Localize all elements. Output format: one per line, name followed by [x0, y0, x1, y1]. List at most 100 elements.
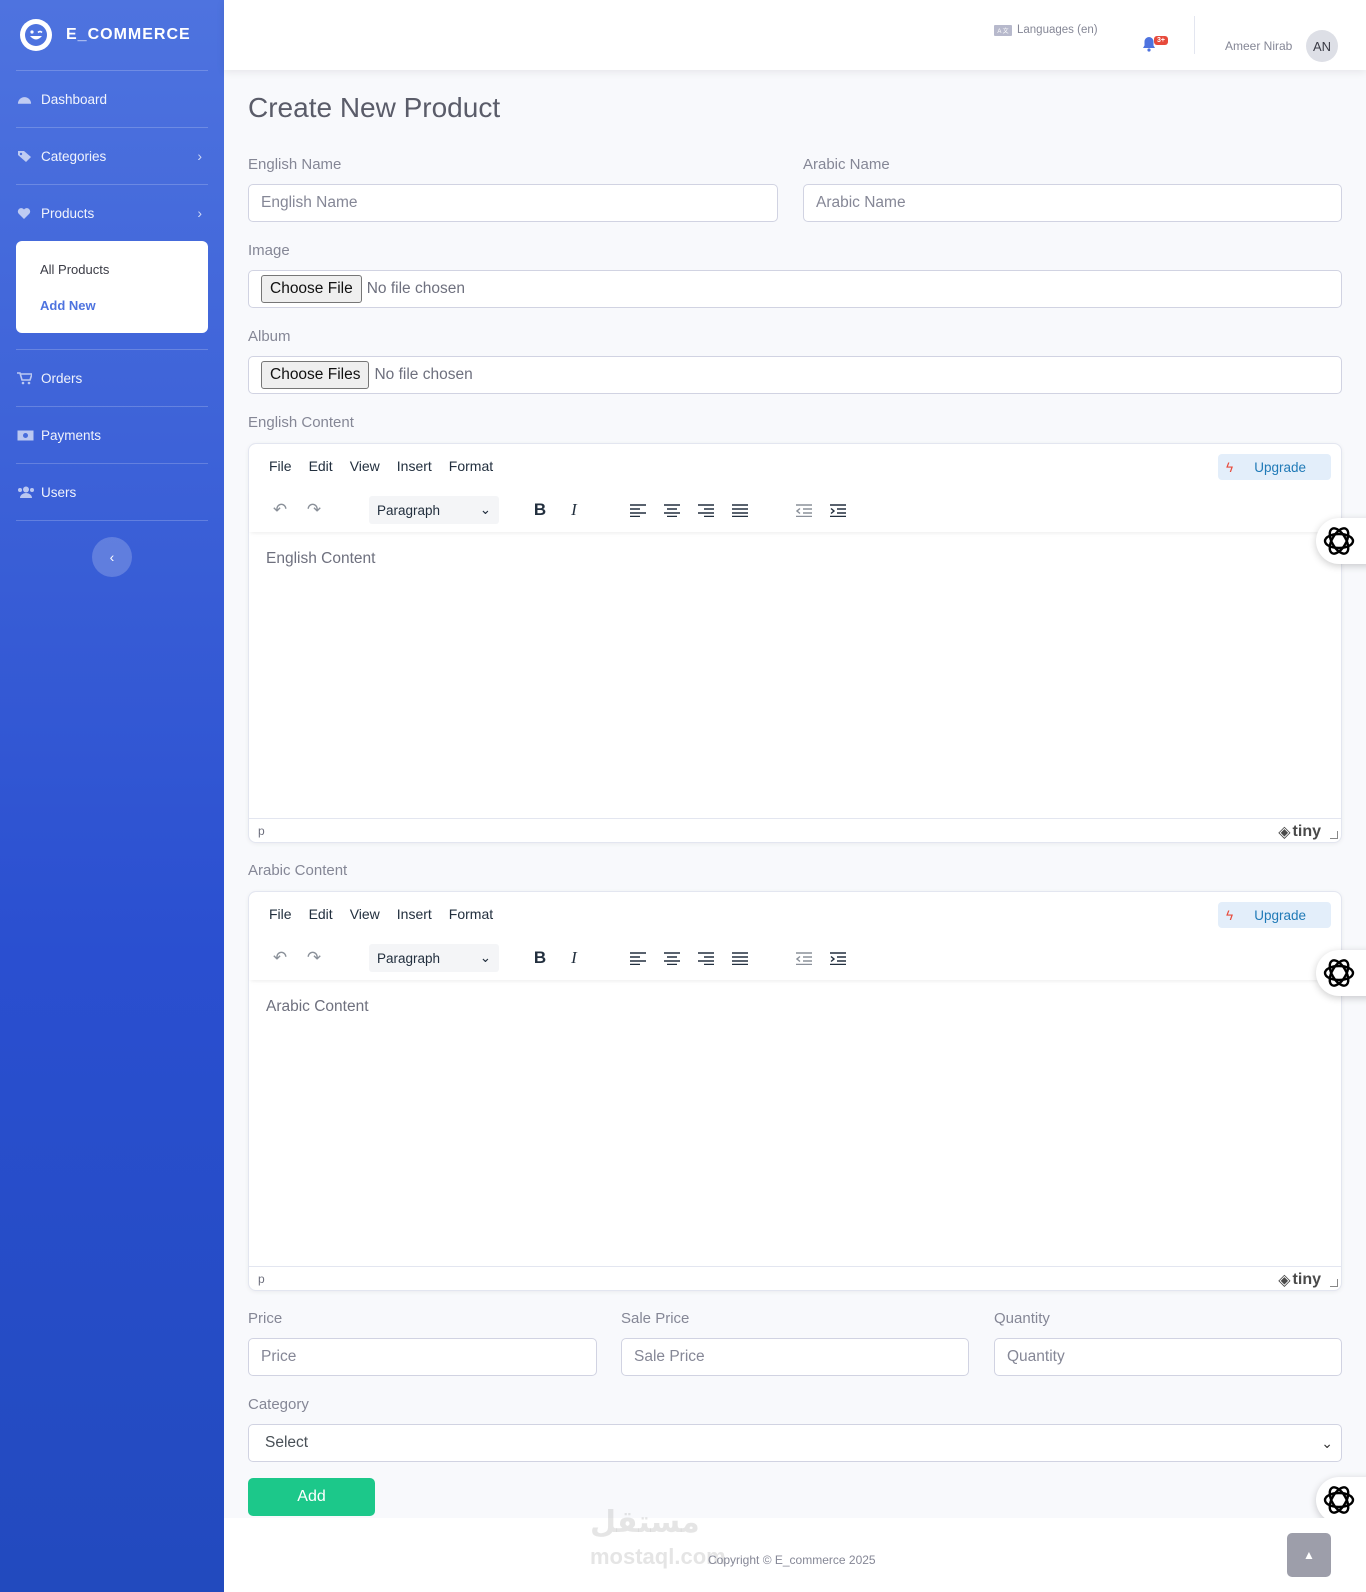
- editor-menubar: File Edit View Insert Format ϟ Upgrade: [249, 444, 1341, 488]
- brand[interactable]: E_COMMERCE: [0, 0, 224, 70]
- outdent-icon[interactable]: [789, 943, 819, 973]
- submenu-all-products[interactable]: All Products: [16, 251, 208, 287]
- element-path[interactable]: p: [258, 1272, 265, 1286]
- align-left-icon[interactable]: [623, 495, 653, 525]
- sidebar-toggle-button[interactable]: ‹: [92, 537, 132, 577]
- english-content-label: English Content: [248, 414, 354, 431]
- block-format-select[interactable]: Paragraph ⌄: [369, 944, 499, 972]
- english-name-label: English Name: [248, 156, 342, 173]
- sidebar-item-orders[interactable]: Orders: [0, 350, 224, 406]
- scroll-to-top-button[interactable]: ▲: [1287, 1533, 1331, 1577]
- redo-icon[interactable]: ↷: [299, 495, 329, 525]
- chevron-right-icon: ›: [197, 205, 202, 221]
- sidebar-item-payments[interactable]: Payments: [0, 407, 224, 463]
- menu-format[interactable]: Format: [449, 458, 493, 474]
- sidebar-item-categories[interactable]: Categories ›: [0, 128, 224, 184]
- quantity-input[interactable]: Quantity: [994, 1338, 1342, 1376]
- menu-insert[interactable]: Insert: [397, 458, 432, 474]
- sidebar-item-users[interactable]: Users: [0, 464, 224, 520]
- choose-files-button[interactable]: Choose Files: [261, 361, 370, 389]
- element-path[interactable]: p: [258, 824, 265, 838]
- language-switcher[interactable]: A 文 Languages (en): [994, 24, 1098, 36]
- undo-icon[interactable]: ↶: [265, 495, 295, 525]
- undo-icon[interactable]: ↶: [265, 943, 295, 973]
- outdent-icon[interactable]: [789, 495, 819, 525]
- align-center-icon[interactable]: [657, 495, 687, 525]
- align-right-icon[interactable]: [691, 495, 721, 525]
- block-format-select[interactable]: Paragraph ⌄: [369, 496, 499, 524]
- italic-icon[interactable]: I: [559, 943, 589, 973]
- watermark-latin: mostaql.com: [590, 1544, 726, 1569]
- tiny-logo[interactable]: ◈ tiny: [1278, 822, 1321, 842]
- bold-icon[interactable]: B: [525, 495, 555, 525]
- submenu-add-new[interactable]: Add New: [16, 287, 208, 323]
- block-format-value: Paragraph: [377, 950, 441, 966]
- indent-icon[interactable]: [823, 943, 853, 973]
- album-file-input[interactable]: Choose Files No file chosen: [248, 356, 1342, 394]
- align-justify-icon[interactable]: [725, 495, 755, 525]
- menu-edit[interactable]: Edit: [309, 906, 333, 922]
- sidebar-item-dashboard[interactable]: Dashboard: [0, 71, 224, 127]
- avatar[interactable]: AN: [1306, 30, 1338, 62]
- sidebar-item-label: Users: [41, 484, 77, 500]
- menu-file[interactable]: File: [269, 906, 292, 922]
- price-input[interactable]: Price: [248, 1338, 597, 1376]
- upgrade-button[interactable]: ϟ Upgrade: [1218, 902, 1331, 928]
- block-format-value: Paragraph: [377, 502, 441, 518]
- money-icon: [17, 430, 35, 441]
- image-file-input[interactable]: Choose File No file chosen: [248, 270, 1342, 308]
- resize-handle[interactable]: [1330, 831, 1338, 839]
- editor-statusbar: p ◈ tiny: [249, 818, 1341, 842]
- sidebar-item-label: Products: [41, 205, 95, 221]
- tiny-label: tiny: [1292, 1271, 1321, 1288]
- arabic-name-input[interactable]: Arabic Name: [803, 184, 1342, 222]
- assistant-float-button[interactable]: [1316, 950, 1366, 996]
- menu-file[interactable]: File: [269, 458, 292, 474]
- bolt-icon: ϟ: [1226, 459, 1234, 475]
- page-title: Create New Product: [248, 92, 501, 123]
- user-name[interactable]: Ameer Nirab: [1225, 39, 1292, 53]
- resize-handle[interactable]: [1330, 1279, 1338, 1287]
- redo-icon[interactable]: ↷: [299, 943, 329, 973]
- upgrade-label: Upgrade: [1254, 907, 1306, 923]
- assistant-float-button[interactable]: [1316, 518, 1366, 564]
- menu-insert[interactable]: Insert: [397, 906, 432, 922]
- sidebar: E_COMMERCE Dashboard Categories › Produc…: [0, 0, 224, 1592]
- arabic-name-label: Arabic Name: [803, 156, 890, 173]
- tiny-logo[interactable]: ◈ tiny: [1278, 1270, 1321, 1290]
- choose-file-button[interactable]: Choose File: [261, 275, 362, 303]
- chevron-down-icon: ⌄: [1321, 1434, 1333, 1451]
- editor-content-area[interactable]: Arabic Content: [249, 980, 1341, 1034]
- brand-name: E_COMMERCE: [66, 26, 191, 43]
- sidebar-item-label: Dashboard: [41, 91, 108, 107]
- indent-icon[interactable]: [823, 495, 853, 525]
- menu-view[interactable]: View: [350, 458, 380, 474]
- cart-icon: [17, 371, 35, 385]
- align-center-icon[interactable]: [657, 943, 687, 973]
- english-name-input[interactable]: English Name: [248, 184, 778, 222]
- arabic-content-editor: File Edit View Insert Format ϟ Upgrade ↶…: [248, 891, 1342, 1291]
- menu-edit[interactable]: Edit: [309, 458, 333, 474]
- assistant-float-button[interactable]: [1316, 1477, 1366, 1523]
- align-right-icon[interactable]: [691, 943, 721, 973]
- bold-icon[interactable]: B: [525, 943, 555, 973]
- align-left-icon[interactable]: [623, 943, 653, 973]
- editor-content-area[interactable]: English Content: [249, 532, 1341, 586]
- image-label: Image: [248, 242, 290, 259]
- menu-format[interactable]: Format: [449, 906, 493, 922]
- chevron-up-icon: ▲: [1303, 1548, 1315, 1562]
- products-submenu: All Products Add New: [16, 241, 208, 333]
- sale-price-input[interactable]: Sale Price: [621, 1338, 969, 1376]
- file-status: No file chosen: [366, 280, 465, 297]
- watermark-arabic: مستقل: [590, 1506, 700, 1539]
- menu-view[interactable]: View: [350, 906, 380, 922]
- italic-icon[interactable]: I: [559, 495, 589, 525]
- footer: مستقل mostaql.com Copyright © E_commerce…: [224, 1508, 1366, 1592]
- align-justify-icon[interactable]: [725, 943, 755, 973]
- sidebar-item-products[interactable]: Products ›: [0, 185, 224, 241]
- add-button[interactable]: Add: [248, 1478, 375, 1516]
- upgrade-button[interactable]: ϟ Upgrade: [1218, 454, 1331, 480]
- users-icon: [17, 486, 35, 498]
- category-select[interactable]: Select ⌄: [248, 1424, 1342, 1462]
- copyright-text: Copyright © E_commerce 2025: [708, 1553, 876, 1567]
